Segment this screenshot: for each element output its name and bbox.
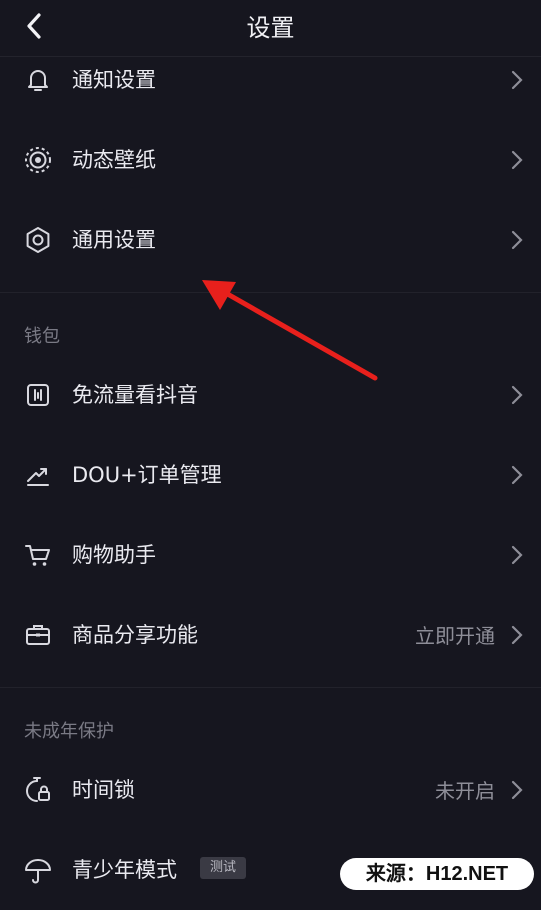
chevron-right-icon [511,780,523,800]
page-title: 设置 [246,14,295,42]
section-title-wallet: 钱包 [24,326,60,347]
data-free-icon [22,379,54,411]
row-product-sharing[interactable]: 商品分享功能 立即开通 [0,595,541,675]
shopping-cart-icon [22,539,54,571]
beta-badge: 测试 [200,857,247,879]
row-time-lock[interactable]: 时间锁 未开启 [0,750,541,830]
row-label: DOU+订单管理 [72,463,222,487]
row-live-wallpaper[interactable]: 动态壁纸 [0,120,541,200]
section-divider [0,687,541,688]
chevron-right-icon [511,385,523,405]
chevron-right-icon [511,545,523,565]
row-value: 立即开通 [415,624,495,648]
chevron-right-icon [511,625,523,645]
row-label: 免流量看抖音 [72,383,198,407]
umbrella-icon [22,854,54,886]
chevron-right-icon [511,70,523,90]
timer-lock-icon [22,774,54,806]
row-label: 动态壁纸 [72,148,156,172]
chevron-right-icon [511,230,523,250]
row-label: 时间锁 [72,778,135,802]
trend-icon [22,459,54,491]
bell-icon [22,64,54,96]
row-label: 购物助手 [72,543,156,567]
row-label: 青少年模式 [72,858,177,882]
row-label: 通用设置 [72,228,156,252]
row-value: 未开启 [435,779,495,803]
briefcase-icon [22,619,54,651]
row-general-settings[interactable]: 通用设置 [0,200,541,280]
source-watermark: 来源：H12.NET [340,858,534,890]
row-label: 通知设置 [72,68,156,92]
row-dou-orders[interactable]: DOU+订单管理 [0,435,541,515]
gear-icon [22,224,54,256]
chevron-right-icon [511,150,523,170]
row-notification-settings[interactable]: 通知设置 [0,40,541,120]
section-title-minor-protection: 未成年保护 [24,721,114,742]
row-shopping-assistant[interactable]: 购物助手 [0,515,541,595]
live-wallpaper-icon [22,144,54,176]
chevron-right-icon [511,465,523,485]
annotation-arrow-icon [202,280,378,381]
row-label: 商品分享功能 [72,623,198,647]
